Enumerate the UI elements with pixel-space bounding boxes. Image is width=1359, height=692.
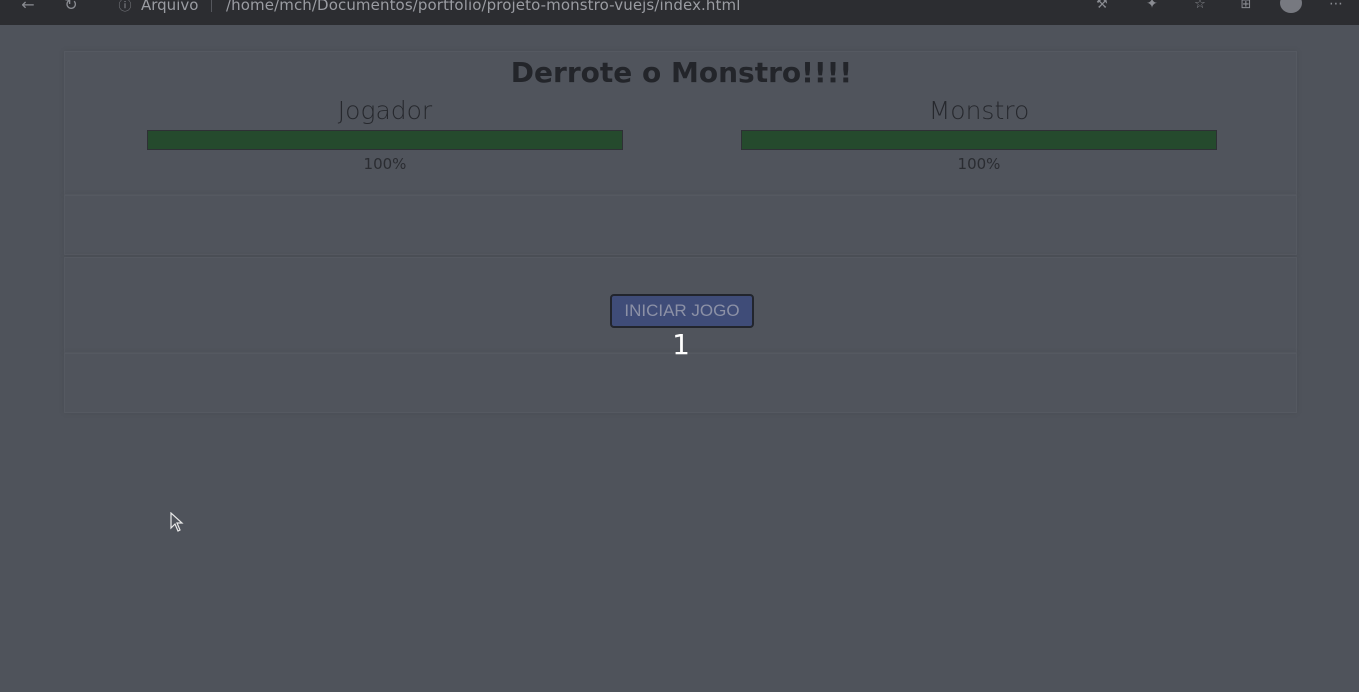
game-page: Derrote o Monstro!!!! Jogador 100% Monst…: [0, 25, 1359, 692]
log-panel: [64, 353, 1297, 413]
monster-health-bar: [741, 130, 1217, 150]
start-game-button[interactable]: INICIAR JOGO: [610, 294, 754, 328]
empty-panel: [64, 195, 1297, 255]
monster-name: Monstro: [928, 96, 1030, 125]
player-panel: Jogador 100%: [147, 93, 623, 173]
player-health-bar: [147, 130, 623, 150]
monster-panel: Monstro 100%: [741, 93, 1217, 173]
monster-health-fill: [742, 131, 1216, 149]
counter-value: 1: [672, 328, 690, 361]
extensions-icon[interactable]: ✦: [1142, 0, 1162, 14]
read-aloud-icon[interactable]: ⚒: [1092, 0, 1112, 14]
address-bar[interactable]: /home/mch/Documentos/portfolio/projeto-m…: [226, 0, 740, 14]
collections-icon[interactable]: ⊞: [1236, 0, 1256, 14]
more-menu-icon[interactable]: ⋯: [1326, 0, 1346, 14]
site-info-label[interactable]: Arquivo: [141, 0, 198, 14]
address-separator: [211, 0, 212, 12]
browser-toolbar: ← ↻ ⓘ Arquivo /home/mch/Documentos/portf…: [0, 0, 1359, 25]
favorites-icon[interactable]: ☆: [1190, 0, 1210, 14]
page-title: Derrote o Monstro!!!!: [510, 56, 853, 89]
player-health-fill: [148, 131, 622, 149]
mouse-cursor-icon: [170, 512, 184, 532]
player-name: Jogador: [337, 96, 433, 125]
info-icon[interactable]: ⓘ: [115, 0, 135, 14]
reload-icon[interactable]: ↻: [61, 0, 81, 14]
monster-health-label: 100%: [957, 155, 1001, 173]
profile-avatar[interactable]: [1280, 0, 1302, 13]
player-health-label: 100%: [363, 155, 407, 173]
back-arrow-icon[interactable]: ←: [18, 0, 38, 14]
